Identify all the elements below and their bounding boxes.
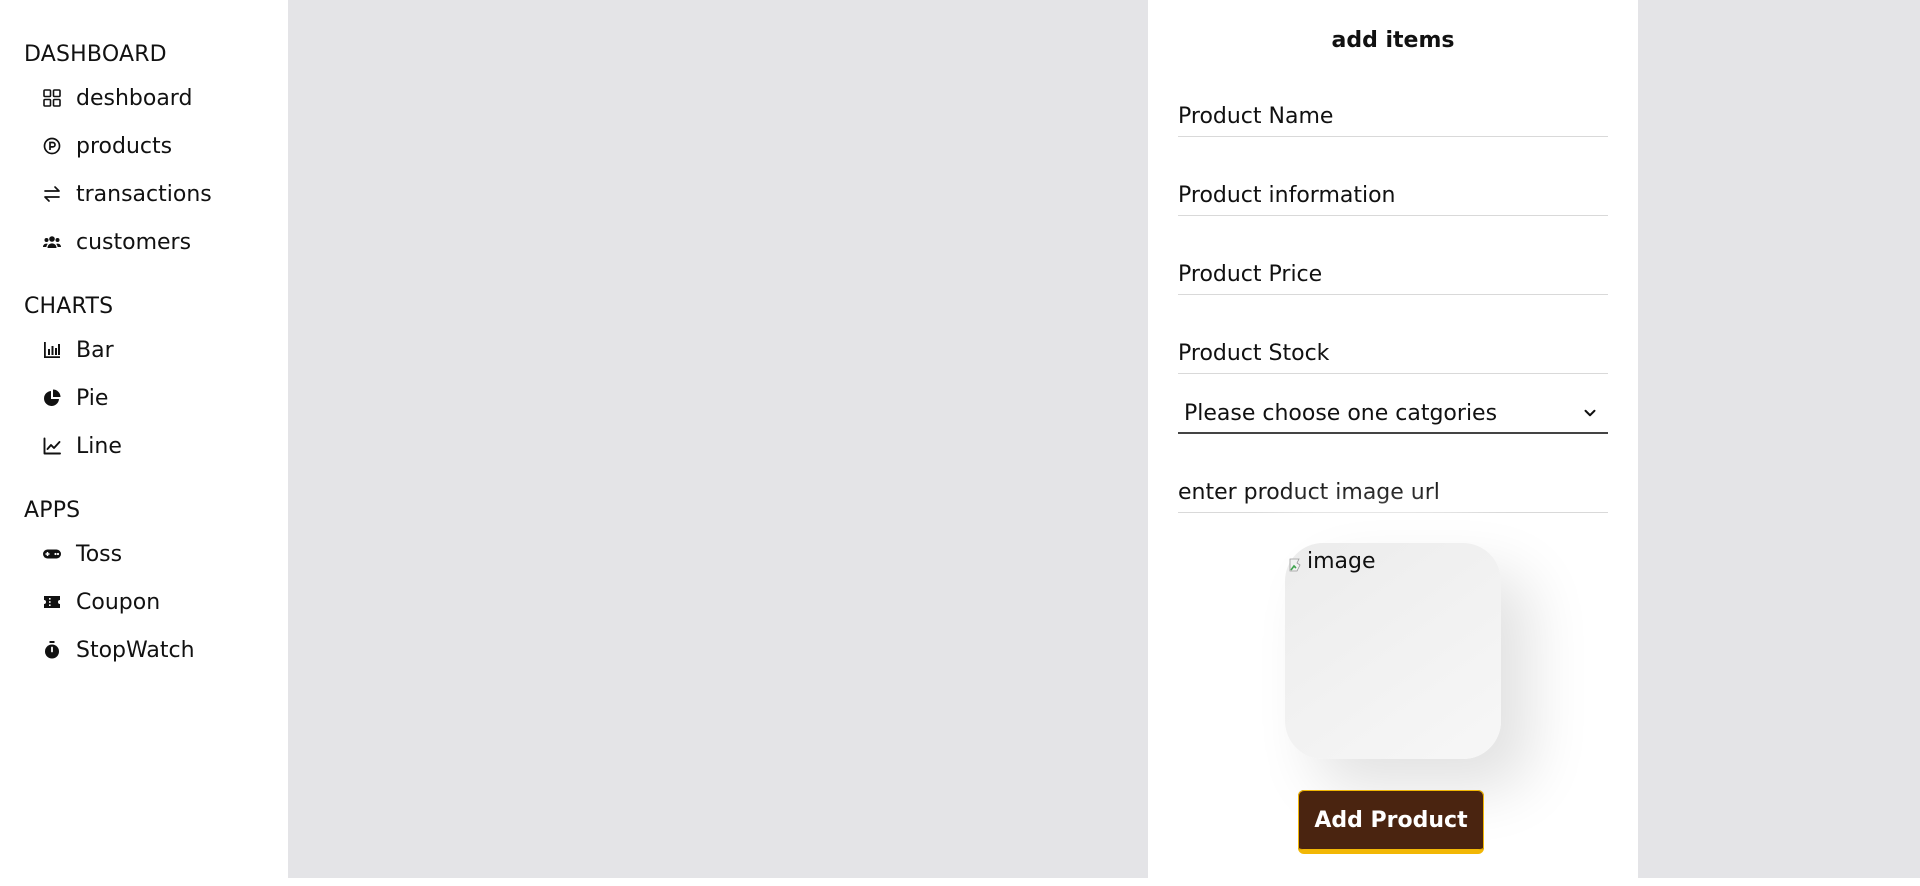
- sidebar-item-label: deshboard: [76, 85, 193, 111]
- ticket-icon: [42, 592, 62, 612]
- sidebar-item-pie[interactable]: Pie: [42, 381, 108, 415]
- swap-icon: [42, 184, 62, 204]
- sidebar-item-label: Toss: [76, 541, 123, 567]
- main-area: add items Please choose one catgories: [288, 0, 1920, 878]
- sidebar-item-products[interactable]: products: [42, 129, 172, 163]
- sidebar-item-label: transactions: [76, 181, 212, 207]
- product-price-input[interactable]: [1178, 243, 1608, 294]
- sidebar-item-label: Line: [76, 433, 122, 459]
- pie-chart-icon: [42, 388, 62, 408]
- product-name-field-wrap: [1178, 85, 1608, 137]
- section-title-apps: APPS: [24, 498, 81, 523]
- users-icon: [42, 232, 62, 252]
- add-product-button[interactable]: Add Product: [1298, 790, 1484, 854]
- sidebar-item-label: StopWatch: [76, 637, 195, 663]
- image-url-field-wrap: [1178, 461, 1608, 513]
- product-name-input[interactable]: [1178, 85, 1608, 136]
- image-alt-text: image: [1307, 549, 1376, 574]
- sidebar-item-label: customers: [76, 229, 192, 255]
- gamepad-icon: [42, 544, 62, 564]
- add-items-form: add items Please choose one catgories: [1148, 0, 1638, 878]
- broken-image-icon: [1289, 554, 1305, 571]
- sidebar-item-dashboard[interactable]: deshboard: [42, 81, 192, 115]
- product-information-input[interactable]: [1178, 164, 1608, 215]
- line-chart-icon: [42, 436, 62, 456]
- product-price-field-wrap: [1178, 243, 1608, 295]
- product-stock-field-wrap: [1178, 322, 1608, 374]
- stopwatch-icon: [42, 640, 62, 660]
- section-title-charts: CHARTS: [24, 294, 114, 319]
- category-select[interactable]: Please choose one catgories: [1178, 394, 1608, 434]
- sidebar-item-label: Coupon: [76, 589, 161, 615]
- form-title: add items: [1331, 28, 1455, 53]
- sidebar-item-bar[interactable]: Bar: [42, 333, 114, 367]
- sidebar-item-coupon[interactable]: Coupon: [42, 585, 160, 619]
- image-preview: image: [1285, 543, 1501, 759]
- section-title-dashboard: DASHBOARD: [24, 42, 167, 67]
- sidebar-item-line[interactable]: Line: [42, 429, 122, 463]
- bar-chart-icon: [42, 340, 62, 360]
- sidebar-item-transactions[interactable]: transactions: [42, 177, 212, 211]
- product-information-field-wrap: [1178, 164, 1608, 216]
- sidebar-item-label: Pie: [76, 385, 109, 411]
- product-stock-input[interactable]: [1178, 322, 1608, 373]
- broken-image: image: [1289, 549, 1376, 574]
- chevron-down-icon: [1580, 403, 1600, 423]
- sidebar-item-label: products: [76, 133, 173, 159]
- sidebar-item-stopwatch[interactable]: StopWatch: [42, 633, 195, 667]
- sidebar-item-label: Bar: [76, 337, 114, 363]
- sidebar-item-toss[interactable]: Toss: [42, 537, 122, 571]
- sidebar: DASHBOARD deshboard products transaction…: [0, 0, 288, 886]
- image-url-input[interactable]: [1178, 461, 1608, 512]
- sidebar-item-customers[interactable]: customers: [42, 225, 191, 259]
- category-select-value: Please choose one catgories: [1184, 400, 1498, 426]
- grid-icon: [42, 88, 62, 108]
- product-icon: [42, 136, 62, 156]
